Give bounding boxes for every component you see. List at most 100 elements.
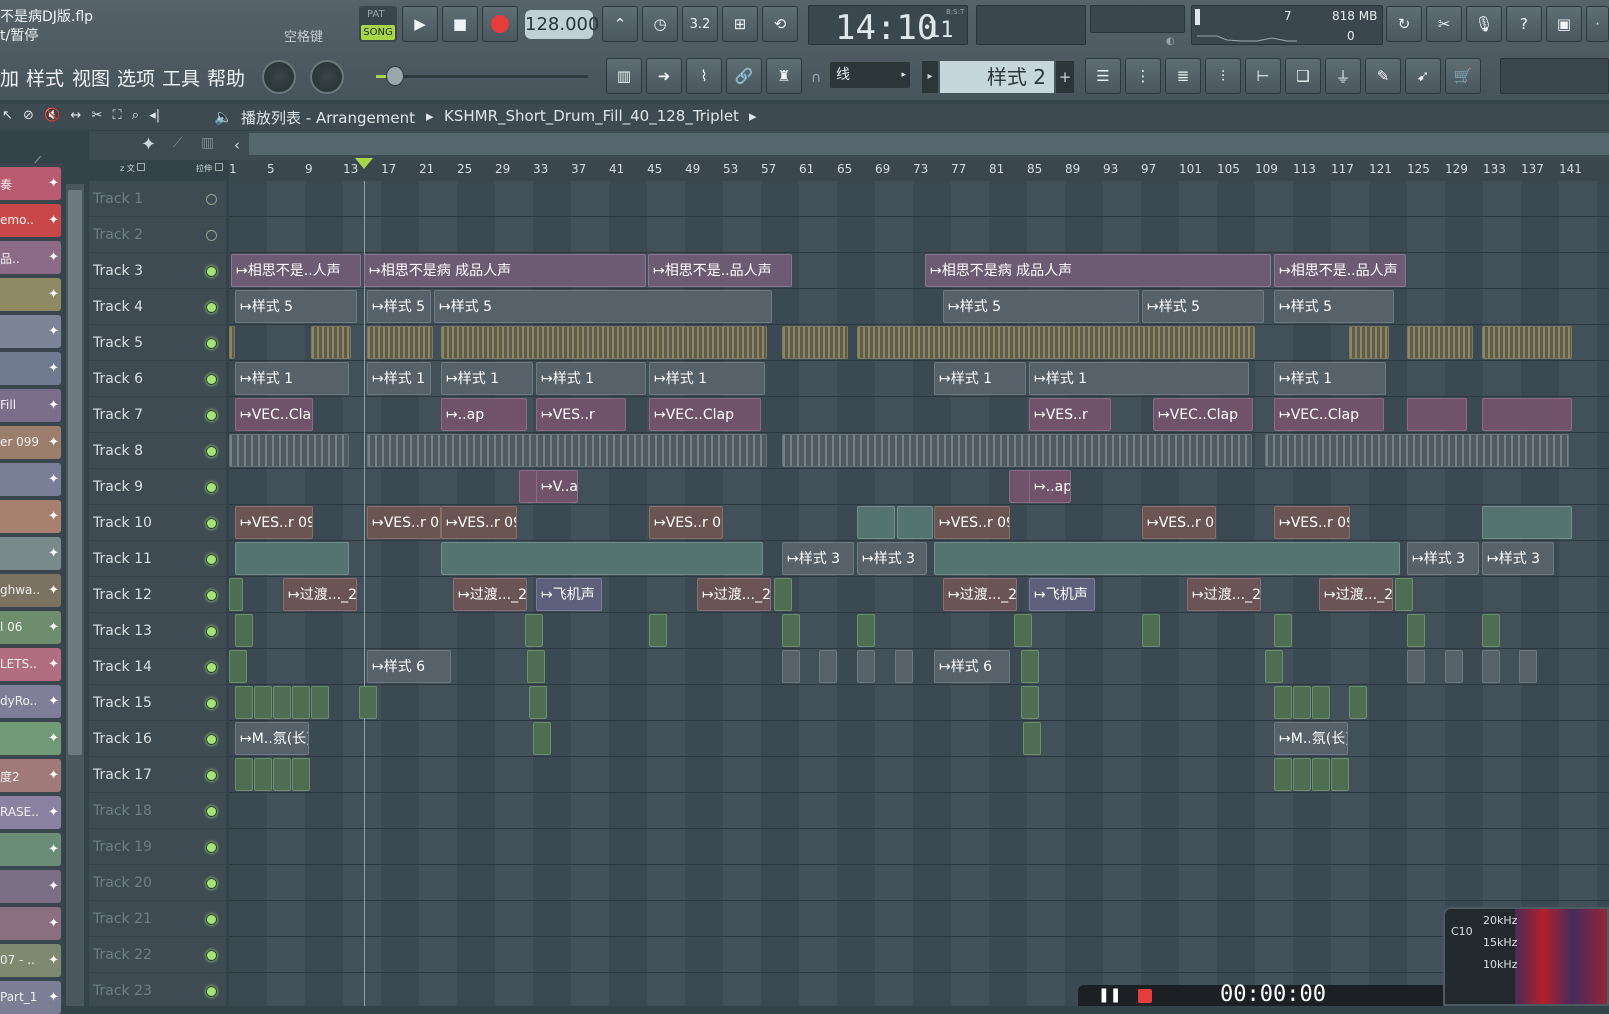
track-active-toggle[interactable] [206, 806, 217, 817]
metronome-button[interactable]: ⌃ [602, 6, 638, 42]
channel-scroll-thumb[interactable] [68, 190, 82, 755]
playlist-clip[interactable]: ↦VES..r 099 [441, 506, 517, 539]
playlist-clip[interactable] [774, 578, 792, 611]
track-header[interactable]: Track 17 [89, 757, 226, 793]
playlist-clip[interactable]: ↦VEC..Clap [1153, 398, 1253, 431]
track-header[interactable]: Track 7 [89, 397, 226, 433]
track-active-toggle[interactable] [206, 194, 217, 205]
track-header[interactable]: Track 18 [89, 793, 226, 829]
playlist-clip[interactable]: ↦VEC..Clap [1274, 398, 1384, 431]
timeline-ruler[interactable]: 1 5 9 13 17 21 25 29 33 37 41 45 49 53 57 61 65 69 73 77 81 8… [229, 160, 1609, 181]
playlist-clip[interactable] [229, 650, 247, 683]
slip-icon[interactable]: ↔ [70, 108, 81, 123]
zoom-icon[interactable]: ⌕ [132, 108, 139, 123]
playlist-clip[interactable] [1023, 722, 1041, 755]
playlist-clip[interactable] [527, 650, 545, 683]
track-header[interactable]: Track 4 [89, 289, 226, 325]
playlist-clip[interactable]: ↦相思不是病 成品人声 [364, 254, 646, 287]
playlist-clip[interactable]: ↦M..氛(长) [235, 722, 309, 755]
track-header[interactable]: Track 15 [89, 685, 226, 721]
playlist-clip[interactable] [254, 686, 272, 719]
track-active-toggle[interactable] [206, 554, 217, 565]
playlist-clip[interactable]: ↦飞机声 [1029, 578, 1095, 611]
playlist-clip[interactable]: ↦VES..r 099 [649, 506, 723, 539]
arrow-button[interactable]: ➜ [646, 58, 682, 94]
cloud-button[interactable]: ➹ [1405, 58, 1441, 94]
magnet-icon[interactable]: ∩ [811, 70, 821, 86]
select-icon[interactable]: ↖ [2, 108, 13, 123]
playlist-clip[interactable]: ↦过渡..._2 [697, 578, 771, 611]
main-slider-handle[interactable] [386, 66, 404, 86]
playlist-clip[interactable] [1349, 686, 1367, 719]
playlist-clip[interactable] [235, 758, 253, 791]
project-info-button[interactable]: ❑ [1285, 58, 1321, 94]
playlist-clip[interactable]: ↦样式 1 [367, 362, 431, 395]
snap-select[interactable]: 线 ▸ [830, 62, 910, 88]
playlist-clip[interactable] [359, 686, 377, 719]
playlist-clip[interactable] [1331, 758, 1349, 791]
channel-button[interactable]: RASE.. ✦ [0, 796, 61, 829]
playlist-clip[interactable] [857, 650, 875, 683]
pause-icon[interactable]: ❚❚ [1098, 987, 1121, 1003]
time-display[interactable]: 14:10 11 B:S:T [808, 5, 968, 48]
playlist-clip[interactable]: ↦样式 6 [367, 650, 451, 683]
track-header[interactable]: Track 13 [89, 613, 226, 649]
playlist-clip[interactable] [1142, 614, 1160, 647]
channel-button[interactable]: ✦ [0, 463, 61, 496]
playlist-clip[interactable] [229, 578, 243, 611]
channel-button[interactable]: Part_1 ✦ [0, 981, 61, 1014]
playlist-clip[interactable]: ↦样式 3 [1482, 542, 1554, 575]
channel-button[interactable]: LETS.. ✦ [0, 648, 61, 681]
playlist-clip[interactable]: ↦样式 5 [367, 290, 431, 323]
more-button[interactable]: · [1586, 6, 1609, 42]
playlist-clip[interactable]: ↦样式 1 [536, 362, 646, 395]
playlist-clip[interactable] [525, 614, 543, 647]
playlist-clip[interactable] [235, 614, 253, 647]
playlist-clip[interactable] [1407, 398, 1467, 431]
shop-button[interactable]: 🛒 [1445, 58, 1481, 94]
playlist-clip[interactable] [529, 686, 547, 719]
mute-tool-icon[interactable]: ⊘ [23, 108, 34, 123]
playlist-clip[interactable]: ↦V..ap [536, 470, 578, 503]
stop-record-icon[interactable] [1138, 989, 1152, 1003]
playlist-clip[interactable]: ↦样式 5 [1274, 290, 1394, 323]
track-active-toggle[interactable] [206, 986, 217, 997]
channel-button[interactable]: l 06 ✦ [0, 611, 61, 644]
playlist-clip[interactable]: ↦过渡..._2 [1187, 578, 1261, 611]
playlist-clip[interactable]: ↦样式 6 [934, 650, 1010, 683]
playlist-clip[interactable] [1407, 650, 1425, 683]
cut-button[interactable]: ✂ [1426, 6, 1462, 42]
playlist-clip[interactable]: ↦样式 5 [943, 290, 1139, 323]
track-active-toggle[interactable] [206, 662, 217, 673]
playlist-clip[interactable] [229, 434, 349, 467]
playlist-clip[interactable] [1021, 650, 1039, 683]
playlist-clip[interactable] [1293, 686, 1311, 719]
playlist-clip[interactable] [857, 326, 1255, 359]
track-header[interactable]: Track 10 [89, 505, 226, 541]
speaker-mute-icon[interactable]: 🔇 [44, 108, 60, 123]
playlist-clip[interactable] [934, 542, 1400, 575]
playlist-clip[interactable] [292, 686, 310, 719]
playlist-clip[interactable]: ↦相思不是..品人声 [648, 254, 792, 287]
wait-record-button[interactable]: ◷ [642, 6, 678, 42]
channel-button[interactable]: 奏 ✦ [0, 167, 61, 200]
playlist-clip[interactable]: ↦样式 3 [782, 542, 854, 575]
track-header[interactable]: Track 21 [89, 901, 226, 937]
playlist-clip[interactable]: ↦样式 1 [934, 362, 1026, 395]
browser-button[interactable]: ⊢ [1245, 58, 1281, 94]
playlist-clip[interactable] [897, 506, 933, 539]
playlist-clip[interactable] [1274, 686, 1292, 719]
scroll-left-icon[interactable]: ‹ [234, 136, 240, 154]
playlist-clip[interactable]: ↦VES..r 099 [1274, 506, 1350, 539]
playlist-clip[interactable]: ↦样式 1 [1029, 362, 1249, 395]
tempo-tap-button[interactable]: ✎ [1365, 58, 1401, 94]
playlist-clip[interactable]: ↦样式 5 [1142, 290, 1264, 323]
channel-button[interactable]: dyRo.. ✦ [0, 685, 61, 718]
track-active-toggle[interactable] [206, 374, 217, 385]
playlist-clip[interactable] [1274, 758, 1292, 791]
playlist-button[interactable]: ☰ [1085, 58, 1121, 94]
playback-icon[interactable]: ◂| [149, 108, 160, 123]
channel-button[interactable]: ✦ [0, 315, 61, 348]
playlist-clip[interactable] [1407, 614, 1425, 647]
tempo-field[interactable]: 128.000 [525, 10, 599, 39]
